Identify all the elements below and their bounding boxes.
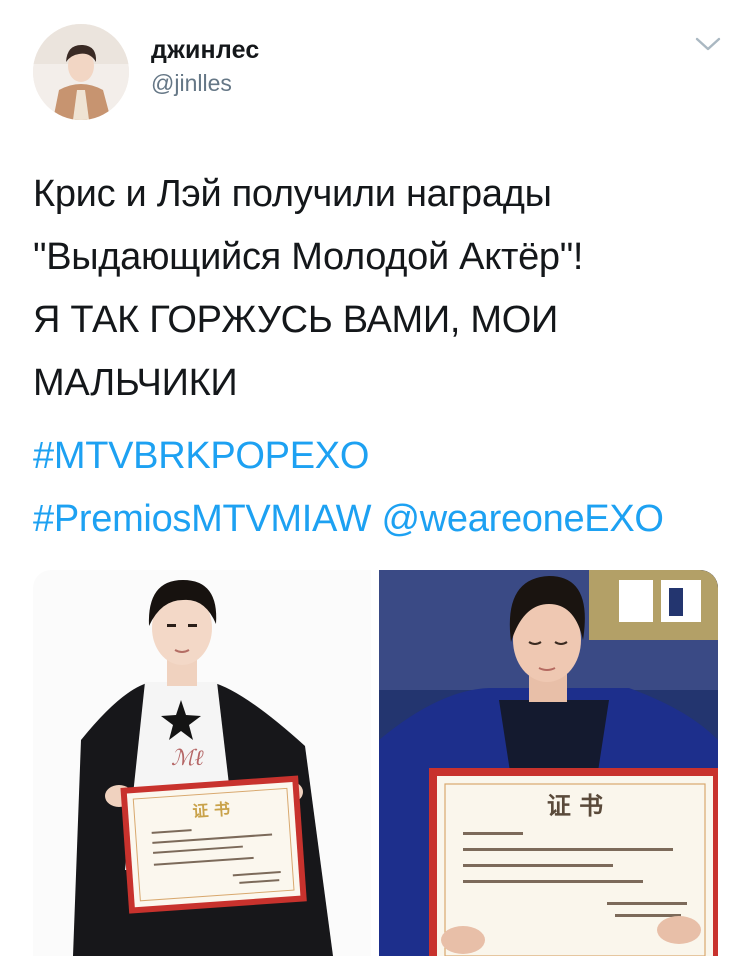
hashtag-row: #MTVBRKPOPEXO: [33, 425, 733, 488]
hashtag-link[interactable]: #PremiosMTVMIAW: [33, 498, 372, 540]
tweet-text: Крис и Лэй получили награды "Выдающийся …: [33, 163, 723, 415]
avatar-image: [33, 24, 129, 120]
tweet-hashtags: #MTVBRKPOPEXO #PremiosMTVMIAW @weareoneE…: [33, 425, 733, 551]
photo-image: 证 书: [379, 570, 718, 956]
tweet-text-line: Я ТАК ГОРЖУСЬ ВАМИ, МОИ: [33, 299, 559, 341]
tweet-card: джинлес @jinlles Крис и Лэй получили наг…: [0, 0, 750, 956]
hashtag-link[interactable]: #MTVBRKPOPEXO: [33, 435, 369, 477]
mention-link[interactable]: @weareoneEXO: [382, 498, 664, 540]
tweet-text-line: Крис и Лэй получили награды: [33, 173, 552, 215]
photo-left[interactable]: ℳℓ 证 书: [33, 570, 371, 956]
tweet-text-line: МАЛЬЧИКИ: [33, 362, 238, 404]
svg-text:证 书: 证 书: [547, 792, 603, 820]
photo-image: ℳℓ 证 书: [33, 570, 371, 956]
hashtag-row: #PremiosMTVMIAW @weareoneEXO: [33, 488, 733, 551]
photo-right[interactable]: 证 书: [379, 570, 718, 956]
svg-text:证 书: 证 书: [192, 799, 231, 821]
chevron-down-icon[interactable]: [694, 34, 722, 54]
display-name[interactable]: джинлес: [151, 36, 260, 65]
svg-text:ℳℓ: ℳℓ: [171, 746, 205, 771]
media-grid: ℳℓ 证 书 证 书: [33, 570, 718, 956]
user-handle[interactable]: @jinlles: [151, 70, 232, 97]
tweet-text-line: "Выдающийся Молодой Актёр"!: [33, 236, 584, 278]
avatar[interactable]: [33, 24, 129, 120]
